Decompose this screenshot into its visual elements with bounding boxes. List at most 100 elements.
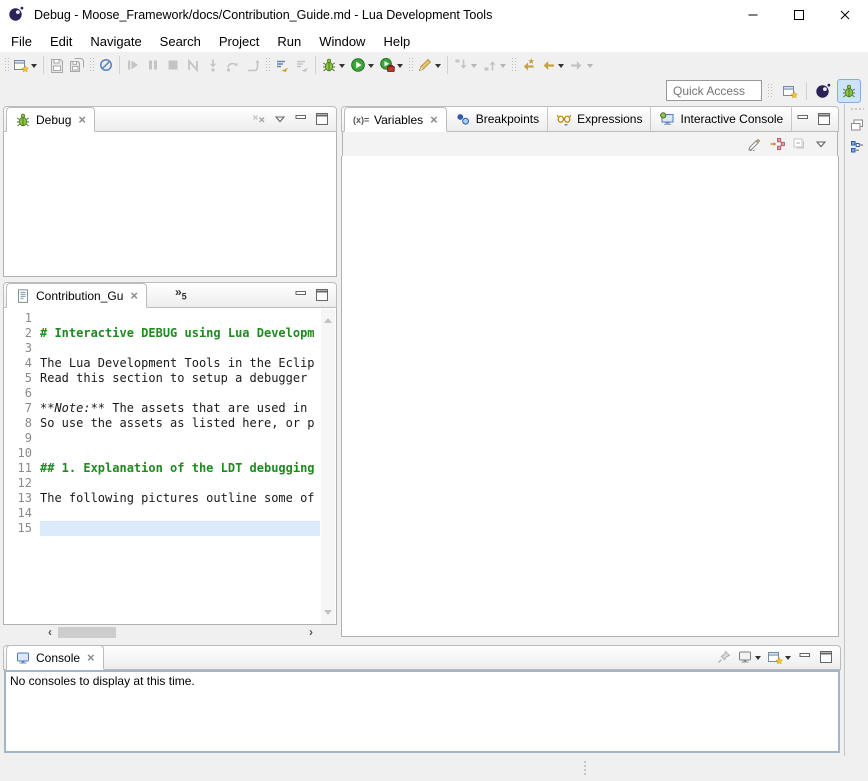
scrollbar-thumb[interactable]	[58, 627, 116, 638]
debug-view-body[interactable]	[3, 132, 337, 277]
chevron-down-icon[interactable]	[587, 64, 593, 71]
status-drag-handle[interactable]	[583, 760, 587, 777]
step-into-button[interactable]	[203, 54, 223, 76]
chevron-down-icon[interactable]	[471, 64, 477, 71]
back-button[interactable]	[538, 54, 567, 76]
show-logical-structure-button[interactable]	[769, 136, 785, 152]
code-line-12[interactable]: 12	[4, 476, 320, 491]
save-all-button[interactable]	[67, 54, 87, 76]
editor-horizontal-scrollbar[interactable]: ‹ ›	[44, 626, 317, 639]
lua-perspective-button[interactable]	[811, 79, 835, 103]
trim-drag-handle[interactable]	[850, 107, 864, 111]
editor-body[interactable]: 12# Interactive DEBUG using Lua Developm…	[3, 308, 337, 625]
minimize-button[interactable]	[293, 287, 309, 303]
maximize-button[interactable]	[816, 111, 832, 127]
maximize-button[interactable]	[314, 111, 330, 127]
step-return-button[interactable]	[243, 54, 263, 76]
next-annotation-button[interactable]	[451, 54, 480, 76]
minimize-button[interactable]	[797, 649, 813, 665]
chevron-down-icon[interactable]	[785, 656, 791, 663]
pin-console-button[interactable]	[716, 649, 732, 665]
code-line-9[interactable]: 9	[4, 431, 320, 446]
chevron-down-icon[interactable]	[339, 64, 345, 71]
minimize-button[interactable]	[293, 111, 309, 127]
tab-console[interactable]: Console ×	[6, 645, 104, 670]
new-button[interactable]	[11, 54, 40, 76]
menu-edit[interactable]: Edit	[41, 32, 81, 51]
code-line-11[interactable]: 11## 1. Explanation of the LDT debugging	[4, 461, 320, 476]
open-element-button[interactable]	[415, 54, 444, 76]
scroll-right-icon[interactable]: ›	[305, 626, 317, 639]
close-icon[interactable]: ×	[130, 289, 138, 302]
restore-views-icon[interactable]	[849, 117, 865, 133]
suspend-button[interactable]	[143, 54, 163, 76]
menu-help[interactable]: Help	[374, 32, 419, 51]
menu-project[interactable]: Project	[210, 32, 268, 51]
menu-navigate[interactable]: Navigate	[81, 32, 150, 51]
outline-view-icon[interactable]	[849, 139, 865, 155]
use-step-filters-button[interactable]	[272, 54, 292, 76]
debug-button[interactable]	[319, 54, 348, 76]
close-icon[interactable]: ×	[87, 651, 95, 664]
quick-access-input[interactable]	[666, 80, 762, 101]
menu-window[interactable]: Window	[310, 32, 374, 51]
chevron-down-icon[interactable]	[368, 64, 374, 71]
code-line-1[interactable]: 1	[4, 311, 320, 326]
maximize-window-icon[interactable]	[776, 0, 822, 30]
code-lines[interactable]: 12# Interactive DEBUG using Lua Developm…	[4, 311, 320, 536]
scroll-up-icon[interactable]	[324, 314, 332, 323]
last-edit-location-button[interactable]	[518, 54, 538, 76]
tab-expressions[interactable]: Expressions	[548, 106, 651, 131]
chevron-down-icon[interactable]	[500, 64, 506, 71]
minimize-window-icon[interactable]	[730, 0, 776, 30]
tab-variables[interactable]: (x)=Variables×	[344, 107, 447, 132]
scroll-down-icon[interactable]	[324, 610, 332, 619]
open-perspective-button[interactable]	[778, 79, 802, 103]
maximize-button[interactable]	[818, 649, 834, 665]
code-line-5[interactable]: 5Read this section to setup a debugger	[4, 371, 320, 386]
tab-breakpoints[interactable]: Breakpoints	[447, 106, 548, 131]
menu-file[interactable]: File	[2, 32, 41, 51]
code-line-10[interactable]: 10	[4, 446, 320, 461]
console-body[interactable]: No consoles to display at this time.	[4, 670, 840, 753]
code-line-8[interactable]: 8So use the assets as listed here, or p	[4, 416, 320, 431]
skip-all-breakpoints-button[interactable]	[96, 54, 116, 76]
view-menu-button[interactable]	[272, 111, 288, 127]
external-tools-button[interactable]	[377, 54, 406, 76]
forward-button[interactable]	[567, 54, 596, 76]
code-line-6[interactable]: 6	[4, 386, 320, 401]
debug-perspective-button[interactable]	[837, 79, 861, 103]
open-console-button[interactable]	[767, 649, 792, 665]
show-type-names-button[interactable]	[747, 136, 763, 152]
terminate-button[interactable]	[163, 54, 183, 76]
disconnect-button[interactable]	[183, 54, 203, 76]
view-menu-button[interactable]	[813, 136, 829, 152]
remove-all-terminated-button[interactable]	[251, 111, 267, 127]
chevron-down-icon[interactable]	[558, 64, 564, 71]
menu-run[interactable]: Run	[268, 32, 310, 51]
code-line-4[interactable]: 4The Lua Development Tools in the Eclip	[4, 356, 320, 371]
code-line-13[interactable]: 13The following pictures outline some of	[4, 491, 320, 506]
code-line-2[interactable]: 2# Interactive DEBUG using Lua Developm	[4, 326, 320, 341]
chevron-down-icon[interactable]	[31, 64, 37, 71]
chevron-down-icon[interactable]	[397, 64, 403, 71]
chevron-down-icon[interactable]	[755, 656, 761, 663]
editor-vertical-scrollbar[interactable]	[321, 309, 335, 624]
tab-debug[interactable]: Debug ×	[6, 107, 95, 132]
code-line-15[interactable]: 15	[4, 521, 320, 536]
step-into-selection-button[interactable]	[292, 54, 312, 76]
tab-contribution-guide[interactable]: Contribution_Gu ×	[6, 283, 147, 308]
previous-annotation-button[interactable]	[480, 54, 509, 76]
collapse-all-button[interactable]	[791, 136, 807, 152]
code-line-7[interactable]: 7**Note:** The assets that are used in	[4, 401, 320, 416]
close-icon[interactable]: ×	[430, 113, 438, 126]
menu-search[interactable]: Search	[151, 32, 210, 51]
variables-body[interactable]	[341, 156, 839, 637]
code-line-14[interactable]: 14	[4, 506, 320, 521]
editor-overflow-chevron[interactable]: »5	[175, 285, 187, 307]
run-button[interactable]	[348, 54, 377, 76]
minimize-button[interactable]	[795, 111, 811, 127]
close-icon[interactable]: ×	[78, 113, 86, 126]
save-button[interactable]	[47, 54, 67, 76]
chevron-down-icon[interactable]	[435, 64, 441, 71]
